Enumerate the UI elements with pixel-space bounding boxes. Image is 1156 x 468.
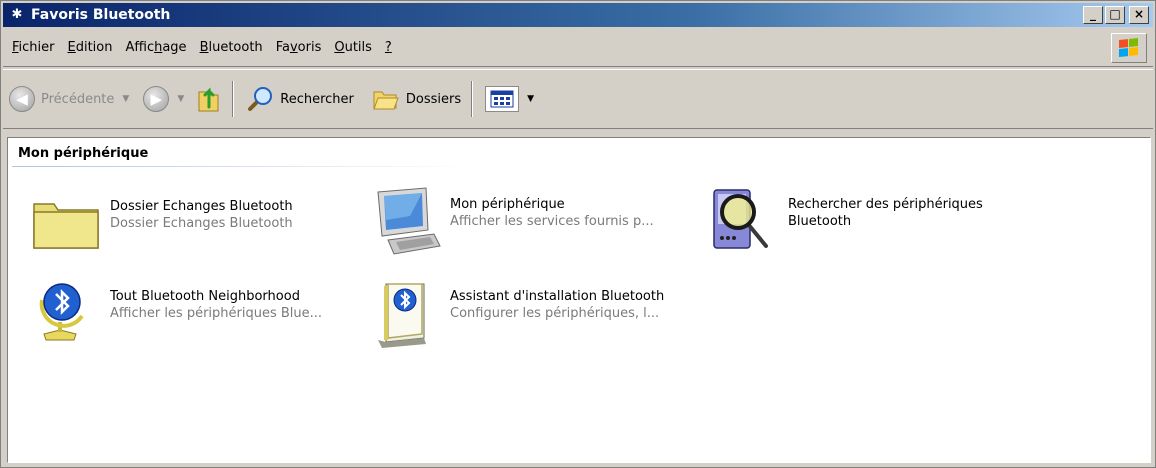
item-rechercher-peripheriques[interactable]: Rechercher des périphériques Bluetooth — [708, 186, 1028, 258]
views-button[interactable]: ▼ — [479, 86, 534, 112]
item-tout-bluetooth[interactable]: Tout Bluetooth Neighborhood Afficher les… — [30, 278, 350, 350]
item-desc: Configurer les périphériques, l... — [450, 306, 660, 321]
content-pane: Mon périphérique Dossier Echanges Blueto… — [7, 137, 1151, 463]
menu-bar: Fichier Edition Affichage Bluetooth Favo… — [3, 29, 1153, 67]
bluetooth-wizard-icon — [370, 278, 442, 350]
toolbar-separator-2 — [471, 81, 474, 117]
menu-edition[interactable]: Edition — [68, 40, 113, 55]
forward-button[interactable]: ▶ ▼ — [143, 86, 184, 112]
menu-help[interactable]: ? — [385, 40, 392, 55]
menu-favoris[interactable]: Favoris — [276, 40, 322, 55]
search-icon — [246, 85, 274, 113]
item-desc: Afficher les périphériques Blue... — [110, 306, 323, 321]
search-button[interactable]: Rechercher — [240, 85, 354, 113]
item-dossier-echanges[interactable]: Dossier Echanges Bluetooth Dossier Echan… — [30, 188, 350, 260]
device-search-icon — [708, 186, 780, 258]
item-name: Tout Bluetooth Neighborhood — [110, 289, 300, 304]
menu-bluetooth[interactable]: Bluetooth — [200, 40, 263, 55]
minimize-button[interactable]: _ — [1083, 6, 1103, 24]
folders-label: Dossiers — [405, 91, 462, 107]
up-folder-icon[interactable] — [196, 85, 222, 113]
menu-affichage[interactable]: Affichage — [125, 40, 186, 55]
window-title: Favoris Bluetooth — [31, 7, 171, 23]
folders-button[interactable]: Dossiers — [360, 86, 461, 112]
maximize-button[interactable]: □ — [1105, 6, 1125, 24]
forward-dropdown-icon[interactable]: ▼ — [177, 94, 184, 104]
window-controls: _ □ × — [1083, 6, 1149, 24]
section-divider — [12, 166, 472, 167]
back-arrow-icon: ◀ — [9, 86, 35, 112]
close-button[interactable]: × — [1129, 6, 1149, 24]
item-name: Dossier Echanges Bluetooth — [110, 199, 293, 214]
back-dropdown-icon[interactable]: ▼ — [122, 94, 129, 104]
item-name: Assistant d'installation Bluetooth — [450, 289, 665, 304]
forward-arrow-icon: ▶ — [143, 86, 170, 112]
item-name-line2: Bluetooth — [788, 214, 852, 229]
windows-logo — [1111, 33, 1147, 63]
views-grid-icon — [485, 86, 520, 112]
toolbar: ◀ Précédente ▼ ▶ ▼ Rechercher Dossiers ▼ — [3, 69, 1153, 129]
folder-icon — [30, 188, 102, 260]
item-desc: Dossier Echanges Bluetooth — [110, 216, 293, 231]
bluetooth-globe-icon — [30, 278, 102, 350]
item-assistant-installation[interactable]: Assistant d'installation Bluetooth Confi… — [370, 278, 690, 350]
menu-outils[interactable]: Outils — [334, 40, 372, 55]
back-button[interactable]: ◀ Précédente ▼ — [9, 86, 129, 112]
views-dropdown-icon[interactable]: ▼ — [527, 94, 534, 104]
explorer-window: ✱ Favoris Bluetooth _ □ × Fichier Editio… — [0, 0, 1156, 468]
item-mon-peripherique[interactable]: Mon périphérique Afficher les services f… — [370, 186, 690, 258]
section-title: Mon périphérique — [18, 146, 149, 161]
windows-flag-icon — [1119, 38, 1139, 58]
menu-fichier[interactable]: Fichier — [12, 40, 55, 55]
back-label: Précédente — [41, 91, 115, 107]
item-name: Mon périphérique — [450, 197, 565, 212]
computer-icon — [370, 186, 442, 258]
search-label: Rechercher — [280, 91, 354, 107]
item-desc: Afficher les services fournis p... — [450, 214, 654, 229]
title-bar[interactable]: ✱ Favoris Bluetooth _ □ × — [3, 3, 1153, 27]
toolbar-separator — [232, 81, 235, 117]
bluetooth-icon: ✱ — [11, 7, 23, 22]
item-name: Rechercher des périphériques — [788, 197, 983, 212]
folders-icon — [372, 86, 400, 112]
